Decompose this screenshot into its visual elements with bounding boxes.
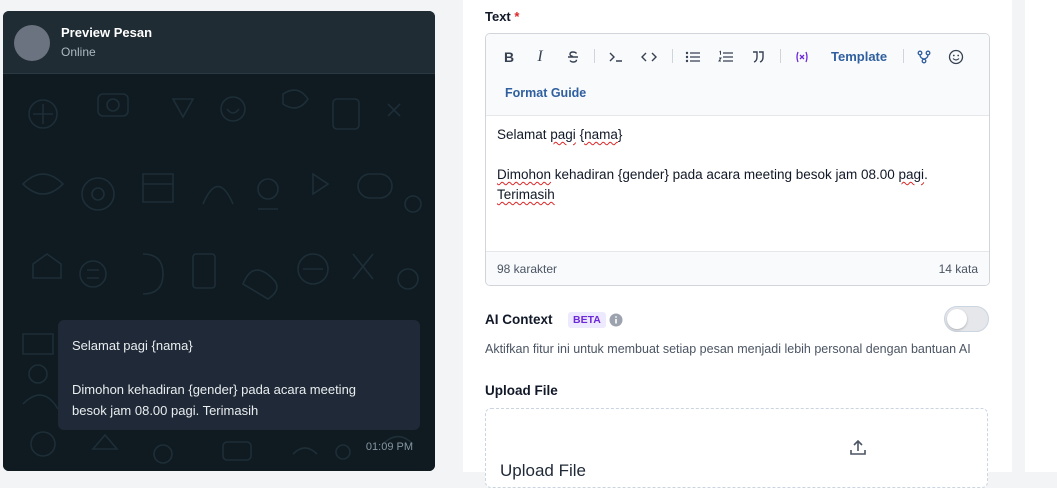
text-field-label: Text * (485, 9, 519, 24)
file-dropzone[interactable]: Upload File (485, 408, 988, 488)
strikethrough-button[interactable] (563, 46, 583, 68)
upload-icon (850, 439, 866, 455)
template-button[interactable]: Template (831, 46, 887, 68)
ai-context-label: AI Context (485, 312, 553, 327)
chat-header: Preview Pesan Online (3, 11, 435, 74)
bold-button[interactable]: B (500, 46, 518, 68)
bullet-list-button[interactable] (683, 46, 703, 68)
italic-button[interactable]: I (531, 46, 549, 68)
message-line: Selamat pagi {nama} (72, 338, 193, 353)
contact-name: Preview Pesan (61, 25, 153, 40)
word-count: 14 kata (938, 262, 978, 276)
toggle-knob (947, 309, 967, 329)
numbered-list-button[interactable] (716, 46, 736, 68)
editor-toolbar: B I Template Format Guide (486, 34, 989, 116)
scrollbar-track[interactable] (1025, 0, 1057, 472)
toolbar-divider (672, 49, 673, 63)
avatar (14, 25, 50, 61)
strikethrough-icon (568, 51, 578, 63)
variable-button[interactable] (791, 46, 813, 68)
variable-icon (796, 51, 808, 63)
toolbar-divider (594, 49, 595, 63)
beta-badge: BETA (568, 312, 606, 328)
quote-button[interactable] (748, 46, 768, 68)
character-count: 98 karakter (497, 262, 558, 276)
message-time: 01:09 PM (365, 441, 413, 453)
code-icon (641, 52, 657, 62)
message-line: besok jam 08.00 pagi. Terimasih (72, 403, 259, 418)
numbered-list-icon (718, 50, 733, 62)
rich-text-editor: B I Template Format Guide Selamat pagi {… (485, 33, 990, 286)
smiley-icon (948, 49, 964, 65)
contact-status: Online (61, 45, 96, 59)
info-icon[interactable] (609, 313, 623, 327)
quote-icon (753, 51, 764, 63)
toolbar-divider (903, 49, 904, 63)
toolbar-divider (780, 49, 781, 63)
editor-line: Selamat pagi {nama} (497, 127, 623, 142)
ai-context-description: Aktifkan fitur ini untuk membuat setiap … (485, 342, 971, 356)
bullet-list-icon (685, 51, 700, 63)
editor-line: Dimohon kehadiran {gender} pada acara me… (497, 167, 928, 182)
ai-context-toggle[interactable] (944, 306, 989, 332)
message-textarea[interactable]: Selamat pagi {nama} Dimohon kehadiran {g… (486, 116, 989, 250)
required-marker: * (514, 9, 520, 24)
emoji-button[interactable] (946, 46, 966, 68)
branch-button[interactable] (914, 46, 934, 68)
message-preview-panel: Preview Pesan Online Selamat pagi {nama}… (3, 11, 435, 471)
dropzone-title: Upload File (500, 461, 586, 480)
message-form-panel: Text * B I Template Format Guide Selamat… (463, 0, 1012, 488)
code-block-button[interactable] (606, 46, 626, 68)
terminal-icon (609, 52, 622, 62)
text-label: Text (485, 9, 511, 24)
upload-file-label: Upload File (485, 383, 558, 398)
editor-footer: 98 karakter 14 kata (486, 251, 989, 285)
inline-code-button[interactable] (638, 46, 660, 68)
message-bubble: Selamat pagi {nama} Dimohon kehadiran {g… (58, 320, 420, 430)
message-line: Dimohon kehadiran {gender} pada acara me… (72, 382, 357, 397)
branch-icon (917, 50, 931, 64)
chat-body: Selamat pagi {nama} Dimohon kehadiran {g… (3, 74, 435, 471)
editor-line: Terimasih (497, 187, 555, 202)
format-guide-link[interactable]: Format Guide (505, 82, 586, 104)
